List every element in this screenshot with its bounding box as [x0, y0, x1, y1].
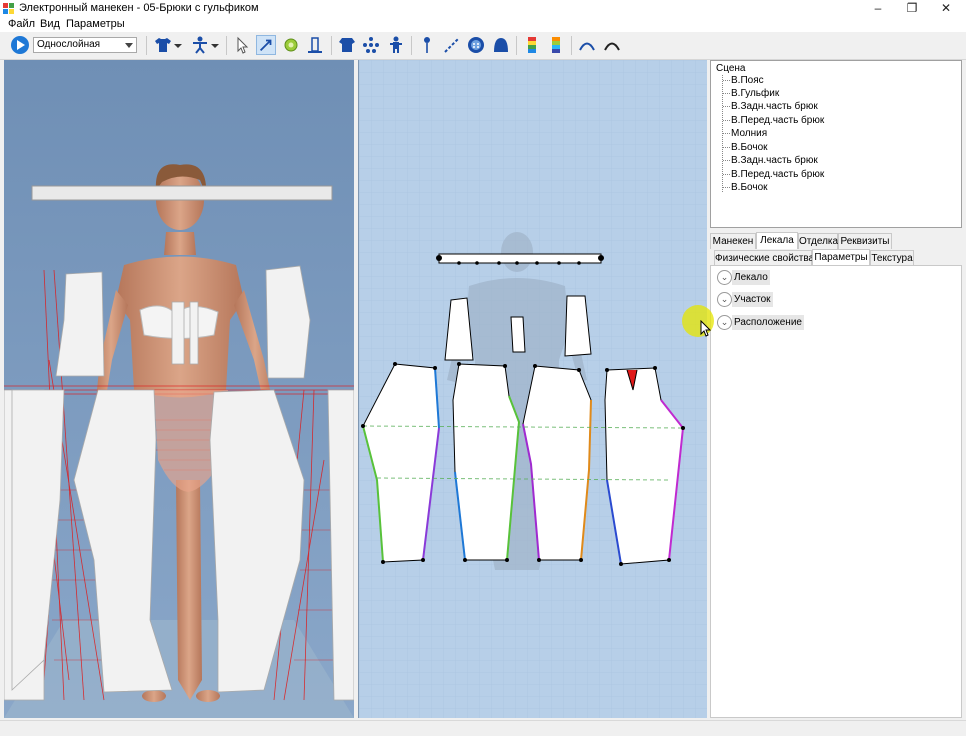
scene-item[interactable]: В.Задн.часть брюк [723, 101, 818, 112]
status-bar [0, 720, 966, 736]
pattern-waistband [436, 253, 604, 265]
toolbar-separator [331, 36, 332, 55]
sun-icon[interactable] [281, 35, 301, 55]
tab-finishing[interactable]: Отделка [798, 233, 838, 249]
pin-icon[interactable] [417, 35, 437, 55]
group-section-label: Участок [732, 292, 773, 307]
garment-icon[interactable] [337, 35, 357, 55]
group-placement-label: Расположение [732, 315, 804, 330]
2d-pattern-canvas [359, 60, 707, 718]
layer-mode-select[interactable]: Однослойная [33, 37, 137, 53]
3d-scene [4, 60, 354, 718]
main-tabs: Манекен Лекала Отделка Реквизиты [710, 232, 962, 249]
pattern-fly [510, 316, 526, 353]
app-logo-icon [3, 3, 14, 14]
scene-item[interactable]: В.Задн.часть брюк [723, 155, 818, 166]
close-button[interactable]: ✕ [930, 0, 962, 17]
tab-patterns[interactable]: Лекала [756, 232, 798, 249]
toolbar-separator [226, 36, 227, 55]
viewport-3d[interactable] [4, 60, 354, 718]
joints-icon[interactable] [361, 35, 381, 55]
menu-view[interactable]: Вид [40, 18, 60, 30]
scene-item[interactable]: В.Бочок [723, 142, 768, 153]
chevron-down-icon[interactable]: ⌄ [717, 292, 732, 307]
edit-arrow-icon[interactable] [256, 35, 276, 55]
mannequin-dropdown-icon[interactable] [209, 35, 221, 55]
tab-texture[interactable]: Текстура [870, 250, 914, 266]
toolbar-separator [571, 36, 572, 55]
color-scale-icon[interactable] [522, 35, 542, 55]
dashed-line-icon[interactable] [442, 35, 462, 55]
menu-bar: Файл Вид Параметры [0, 17, 966, 32]
minimize-button[interactable]: – [862, 0, 894, 17]
toolbar: Однослойная [0, 32, 966, 60]
mannequin-icon[interactable] [190, 35, 210, 55]
tab-parameters[interactable]: Параметры [812, 249, 870, 266]
chevron-down-icon[interactable]: ⌄ [717, 270, 732, 285]
window-title: Электронный манекен - 05-Брюки с гульфик… [19, 2, 259, 14]
tab-props[interactable]: Реквизиты [838, 233, 892, 249]
parameters-panel: ⌄ Лекало ⌄ Участок ⌄ Расположение [710, 265, 962, 718]
scene-root-label: Сцена [716, 63, 746, 74]
tab-physical-properties[interactable]: Физические свойства [714, 250, 814, 266]
pattern-front-left [452, 363, 520, 561]
scene-item[interactable]: В.Пояс [723, 75, 764, 86]
3d-waistband [31, 185, 333, 201]
sub-tabs: Физические свойства Параметры Текстура [710, 249, 962, 266]
toolbar-separator [516, 36, 517, 55]
scene-item[interactable]: В.Гульфик [723, 88, 779, 99]
chevron-down-icon[interactable]: ⌄ [717, 315, 732, 330]
tab-mannequin[interactable]: Манекен [710, 233, 756, 249]
arc-right-icon[interactable] [602, 35, 622, 55]
group-pattern-label: Лекало [732, 270, 770, 285]
arc-left-icon[interactable] [577, 35, 597, 55]
properties-panel: Сцена В.Пояс В.Гульфик В.Задн.часть брюк… [708, 60, 964, 718]
dome-icon[interactable] [491, 35, 511, 55]
ruler-icon[interactable] [305, 35, 325, 55]
scene-item[interactable]: В.Бочок [723, 182, 768, 193]
toolbar-separator [146, 36, 147, 55]
shirt-icon[interactable] [153, 35, 173, 55]
viewport-2d[interactable] [358, 60, 707, 718]
scene-item[interactable]: В.Перед.часть брюк [723, 169, 824, 180]
mouse-cursor-icon [700, 320, 712, 337]
gradient-scale-icon[interactable] [546, 35, 566, 55]
menu-file[interactable]: Файл [8, 18, 35, 30]
play-icon[interactable] [10, 35, 30, 55]
toolbar-separator [411, 36, 412, 55]
chevron-down-icon [125, 43, 133, 48]
pointer-icon[interactable] [232, 35, 252, 55]
scene-item[interactable]: Молния [723, 128, 767, 139]
scene-tree[interactable]: Сцена В.Пояс В.Гульфик В.Задн.часть брюк… [710, 60, 962, 228]
layer-mode-value: Однослойная [37, 39, 101, 50]
scene-item[interactable]: В.Перед.часть брюк [723, 115, 824, 126]
button-icon[interactable] [466, 35, 486, 55]
shirt-dropdown-icon[interactable] [172, 35, 184, 55]
figure-icon[interactable] [386, 35, 406, 55]
title-bar: Электронный манекен - 05-Брюки с гульфик… [0, 0, 966, 17]
menu-parameters[interactable]: Параметры [66, 18, 125, 30]
restore-button[interactable]: ❐ [896, 0, 928, 17]
